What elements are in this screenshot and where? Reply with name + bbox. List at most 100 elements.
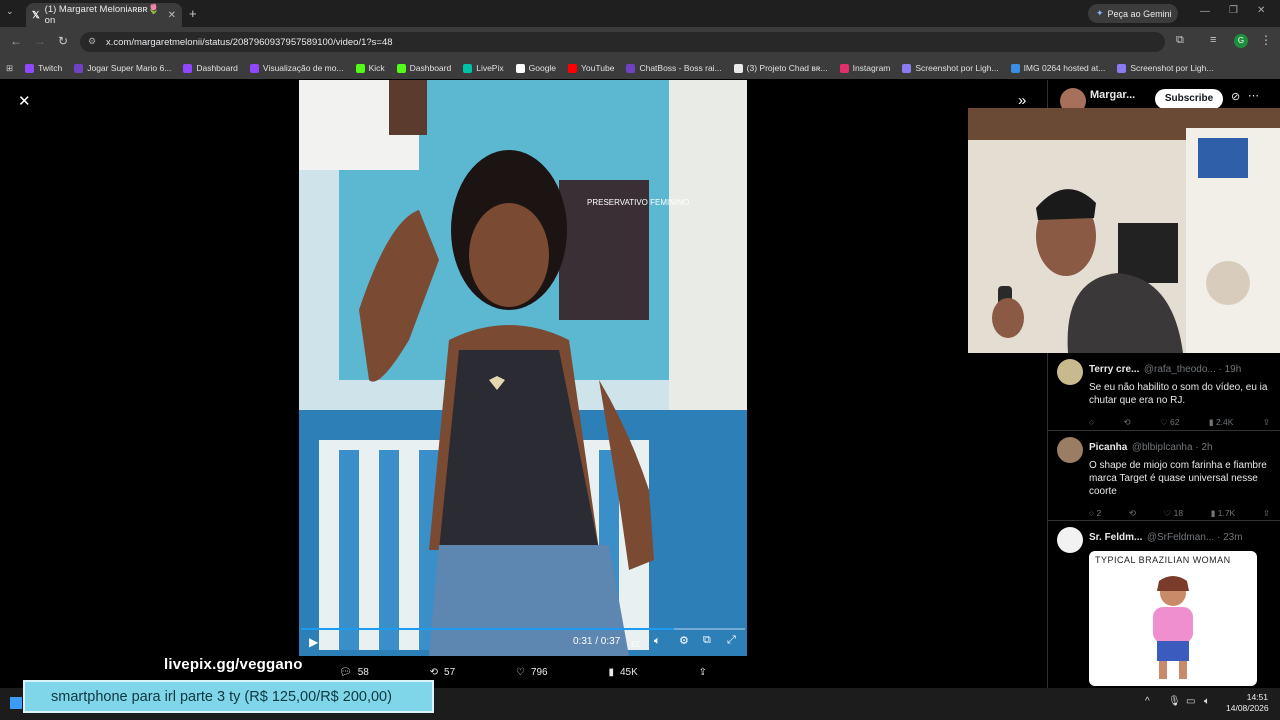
microphone-icon[interactable]: 🎙︎: [1168, 696, 1181, 707]
bookmark-item[interactable]: Twitch: [25, 63, 62, 73]
subscribe-button[interactable]: Subscribe: [1155, 89, 1223, 109]
bookmark-item[interactable]: Screenshot por Ligh...: [1117, 63, 1213, 73]
expand-panel-icon[interactable]: »: [1018, 92, 1026, 109]
tweet-text: Se eu não habilito o som do vídeo, eu ia…: [1089, 382, 1268, 406]
network-icon[interactable]: ▭: [1186, 696, 1195, 707]
reading-list-icon[interactable]: ≡: [1210, 34, 1216, 46]
bookmark-item[interactable]: Visualização de mo...: [249, 63, 344, 73]
author-name[interactable]: Sr. Feldm...: [1089, 532, 1142, 543]
bookmark-item[interactable]: Dashboard: [183, 63, 238, 73]
close-window-icon[interactable]: ✕: [1257, 5, 1265, 16]
bookmark-item[interactable]: LivePix: [463, 63, 504, 73]
bookmark-item[interactable]: Instagram: [839, 63, 890, 73]
bookmark-item[interactable]: IMG 0264 hosted at...: [1010, 63, 1105, 73]
bookmark-label: Google: [528, 63, 557, 73]
reply-icon[interactable]: ○: [1089, 417, 1094, 428]
progress-track[interactable]: [301, 628, 745, 630]
author-name[interactable]: Terry cre...: [1089, 364, 1139, 375]
bookmark-item[interactable]: YouTube: [568, 63, 614, 73]
tweet-image[interactable]: TYPICAL BRAZILIAN WOMAN: [1089, 551, 1257, 686]
like-button[interactable]: ♡ 18: [1164, 508, 1183, 519]
settings-icon[interactable]: ⚙: [679, 634, 689, 647]
apps-icon[interactable]: ⊞: [6, 63, 13, 74]
close-media-icon[interactable]: ✕: [18, 92, 31, 110]
clock[interactable]: 14:51 14/08/2026: [1226, 692, 1269, 714]
restore-icon[interactable]: ❐: [1229, 5, 1238, 16]
repost-icon: ⟲: [429, 666, 439, 678]
reply-icon: 💬︎: [339, 666, 352, 678]
new-tab-button[interactable]: +: [189, 6, 197, 21]
repost-icon[interactable]: ⟲: [1129, 508, 1136, 519]
bookmark-item[interactable]: Jogar Super Mario 6...: [74, 63, 171, 73]
views-button[interactable]: ▮ 45K: [608, 667, 637, 678]
author-handle[interactable]: @SrFeldman... · 23m: [1147, 532, 1243, 543]
tray-chevron-icon[interactable]: ^: [1145, 696, 1150, 707]
address-bar[interactable]: ⚙ x.com/margaretmelonii/status/208796093…: [80, 32, 1165, 52]
video-frame: PRESERVATIVO FEMININO: [299, 80, 747, 656]
share-button[interactable]: ⇪: [699, 667, 707, 678]
bookmark-item[interactable]: Screenshot por Ligh...: [902, 63, 999, 73]
dispenser-sign: PRESERVATIVO FEMININO: [587, 198, 689, 207]
extensions-icon[interactable]: ⧉: [1176, 34, 1184, 47]
pip-icon[interactable]: ⧉: [703, 634, 711, 647]
author-name[interactable]: Picanha: [1089, 442, 1127, 453]
bookmark-item[interactable]: Google: [515, 63, 557, 73]
bookmark-favicon-icon: [733, 63, 743, 73]
profile-name[interactable]: Margar...: [1090, 89, 1135, 101]
bookmark-item[interactable]: (3) Projeto Chad ʙʀ...: [733, 63, 828, 73]
back-icon[interactable]: ←: [10, 34, 22, 48]
active-tab[interactable]: 𝕏 (1) Margaret Meloniᴀʀʙʀ🌷 on ✕: [26, 3, 182, 27]
bookmark-label: Visualização de mo...: [262, 63, 344, 73]
bookmark-favicon-icon: [183, 63, 193, 73]
close-tab-icon[interactable]: ✕: [168, 10, 176, 21]
tab-search-icon[interactable]: ⌄: [6, 6, 20, 20]
gemini-button[interactable]: ✦ Peça ao Gemini: [1088, 4, 1178, 23]
fullscreen-icon[interactable]: ⤢: [727, 634, 736, 647]
site-info-icon[interactable]: ⚙: [88, 36, 96, 47]
avatar[interactable]: [1057, 527, 1083, 553]
avatar[interactable]: [1057, 359, 1083, 385]
views-button[interactable]: ▮ 1.7K: [1211, 508, 1236, 519]
profile-avatar[interactable]: G: [1234, 34, 1248, 48]
bookmark-item[interactable]: ChatBoss - Boss rai...: [626, 63, 722, 73]
menu-icon[interactable]: ⋮: [1260, 33, 1272, 47]
repost-icon[interactable]: ⟲: [1124, 417, 1131, 428]
view-count: 1.7K: [1217, 508, 1236, 518]
author-handle[interactable]: @blbiplcanha · 2h: [1132, 442, 1213, 453]
reply-button[interactable]: ○ 2: [1089, 508, 1101, 519]
repost-button[interactable]: ⟲ 57: [430, 667, 456, 678]
grok-icon[interactable]: ⊘: [1231, 90, 1240, 103]
donation-goal-bar: smartphone para irl parte 3 ty (R$ 125,0…: [23, 680, 434, 713]
like-button[interactable]: ♡ 796: [516, 667, 548, 678]
reply-tweet-3[interactable]: Sr. Feldm... @SrFeldman... · 23m TYPICAL…: [1047, 521, 1280, 688]
share-icon[interactable]: ⇪: [1263, 417, 1270, 428]
avatar[interactable]: [1057, 437, 1083, 463]
bookmark-item[interactable]: Kick: [355, 63, 385, 73]
livepix-overlay: livepix.gg/veggano: [164, 656, 303, 673]
windows-start-icon[interactable]: [10, 697, 22, 709]
reply-button[interactable]: 💬︎ 58: [339, 667, 369, 678]
reply-tweet-2[interactable]: Picanha @blbiplcanha · 2h O shape de mio…: [1047, 431, 1280, 521]
volume-tray-icon[interactable]: 🔈︎: [1204, 696, 1210, 707]
views-button[interactable]: ▮ 2.4K: [1209, 417, 1234, 428]
more-icon[interactable]: ⋯: [1248, 89, 1259, 102]
captions-icon[interactable]: ㏄: [631, 635, 641, 650]
bookmark-favicon-icon: [568, 63, 578, 73]
forward-icon[interactable]: →: [34, 34, 46, 48]
bookmark-favicon-icon: [515, 63, 525, 73]
like-button[interactable]: ♡ 62: [1160, 417, 1179, 428]
share-icon[interactable]: ⇪: [1263, 508, 1270, 519]
reply-tweet-1[interactable]: Terry cre... @rafa_theodo... · 19h Se eu…: [1047, 353, 1280, 431]
like-count: 796: [530, 666, 548, 678]
video-player[interactable]: PRESERVATIVO FEMININO: [299, 80, 747, 656]
minimize-icon[interactable]: —: [1200, 6, 1210, 17]
bookmark-favicon-icon: [902, 63, 912, 73]
volume-icon[interactable]: 🔈︎: [654, 635, 661, 648]
bookmark-label: LivePix: [476, 63, 504, 73]
reload-icon[interactable]: ↻: [58, 34, 68, 48]
image-title: TYPICAL BRAZILIAN WOMAN: [1095, 555, 1231, 565]
bookmark-item[interactable]: Dashboard: [396, 63, 451, 73]
bookmark-favicon-icon: [626, 63, 636, 73]
play-icon[interactable]: ▶: [309, 635, 318, 649]
author-handle[interactable]: @rafa_theodo... · 19h: [1144, 364, 1241, 375]
